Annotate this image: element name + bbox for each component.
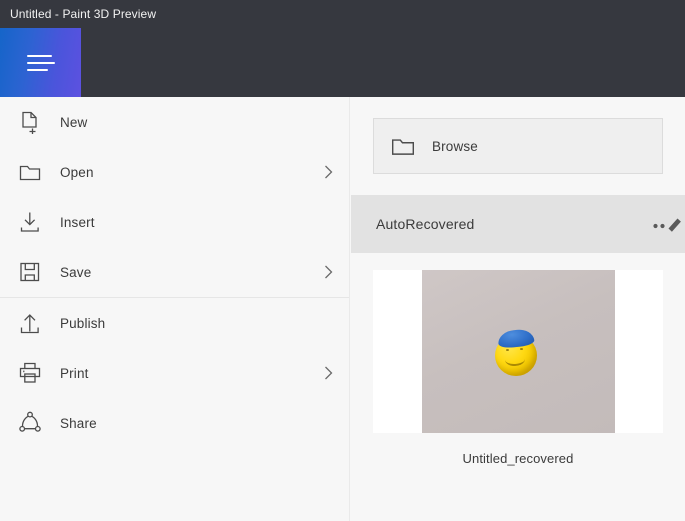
yellow-smiley-with-blue-cap-3d <box>494 327 542 377</box>
menu-item-new[interactable]: New <box>0 97 349 147</box>
section-title: AutoRecovered <box>376 216 475 232</box>
paint3d-welcome-window: Untitled - Paint 3D Preview New Open Ins… <box>0 0 685 521</box>
hamburger-icon <box>26 54 55 72</box>
folder-icon <box>0 160 60 184</box>
title-bar: Untitled - Paint 3D Preview <box>0 0 685 28</box>
browse-button-container: Browse <box>351 97 685 195</box>
recovered-item-label: Untitled_recovered <box>462 451 574 466</box>
menu-item-label: New <box>60 114 88 130</box>
window-title: Untitled - Paint 3D Preview <box>10 7 157 21</box>
menu-item-label: Insert <box>60 214 95 230</box>
menu-item-publish[interactable]: Publish <box>0 298 349 348</box>
new-document-icon <box>0 110 60 134</box>
menu-item-label: Share <box>60 415 97 431</box>
menu-item-open[interactable]: Open <box>0 147 349 197</box>
chevron-right-icon <box>322 263 335 281</box>
menu-item-label: Open <box>60 164 94 180</box>
hamburger-menu-button[interactable] <box>0 28 81 97</box>
printer-icon <box>0 361 60 385</box>
thumbnail-canvas-surface <box>421 270 615 433</box>
edit-pencil-more-icon[interactable] <box>645 210 685 238</box>
menu-item-label: Print <box>60 365 89 381</box>
menu-item-label: Save <box>60 264 92 280</box>
menu-top-band <box>0 28 685 97</box>
browse-button-label: Browse <box>432 138 478 154</box>
autorecovered-section-header[interactable]: AutoRecovered <box>351 195 685 253</box>
menu-item-print[interactable]: Print <box>0 348 349 398</box>
browse-button[interactable]: Browse <box>373 118 663 174</box>
welcome-right-pane: Browse AutoRecovered Untitled_recovered <box>351 97 685 521</box>
share-nodes-icon <box>0 411 60 435</box>
recovered-item-thumbnail <box>373 270 663 433</box>
recovered-items-area: Untitled_recovered <box>351 253 685 466</box>
chevron-right-icon <box>322 364 335 382</box>
menu-item-save[interactable]: Save <box>0 247 349 297</box>
insert-download-icon <box>0 210 60 234</box>
floppy-save-icon <box>0 260 60 284</box>
menu-item-insert[interactable]: Insert <box>0 197 349 247</box>
menu-item-share[interactable]: Share <box>0 398 349 448</box>
menu-item-label: Publish <box>60 315 106 331</box>
chevron-right-icon <box>322 163 335 181</box>
recovered-item-card[interactable]: Untitled_recovered <box>373 270 663 466</box>
main-menu-list: New Open Insert Save Publish Print Share <box>0 97 350 521</box>
upload-icon <box>0 311 60 335</box>
folder-icon <box>374 133 432 159</box>
